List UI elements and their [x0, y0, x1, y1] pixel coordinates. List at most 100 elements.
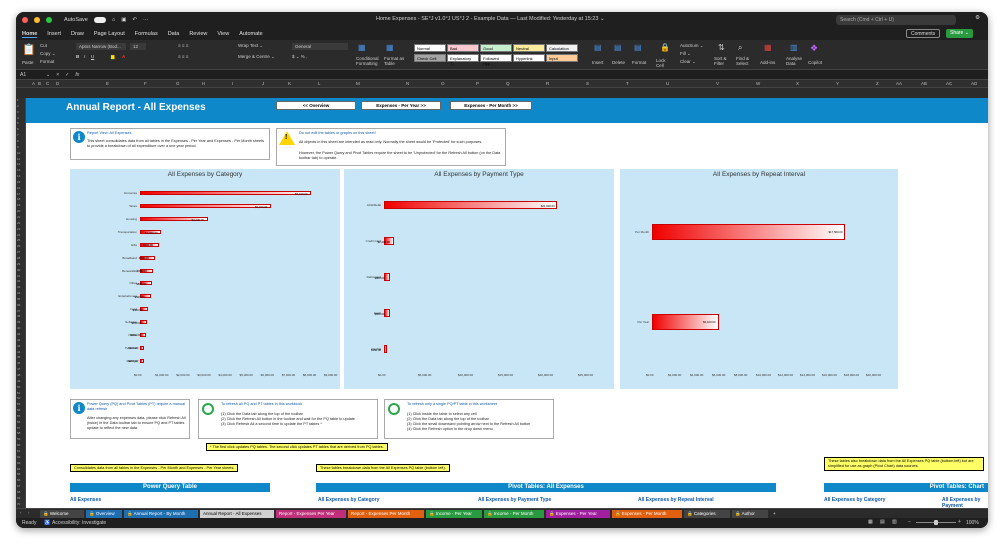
- row-header[interactable]: 9: [17, 145, 19, 149]
- row-header[interactable]: 27: [17, 250, 20, 254]
- menu-tab-insert[interactable]: Insert: [47, 31, 61, 37]
- row-header[interactable]: 18: [17, 197, 20, 201]
- format-cells-icon[interactable]: ▤: [634, 43, 642, 52]
- zoom-window-icon[interactable]: [46, 17, 52, 23]
- font-size-select[interactable]: 12: [130, 43, 146, 50]
- autosave-toggle[interactable]: [93, 17, 106, 23]
- document-title[interactable]: Home Expenses - SE°J v1.0°J US°J 2 - Exa…: [376, 16, 605, 22]
- sheet-tab[interactable]: 🔒 Author: [732, 510, 768, 518]
- pivot-by-payment-label[interactable]: All Expenses by Payment Type: [478, 497, 551, 503]
- menu-tab-automate[interactable]: Automate: [239, 31, 263, 37]
- row-header[interactable]: 67: [17, 484, 20, 488]
- row-header[interactable]: 29: [17, 262, 20, 266]
- column-header[interactable]: C: [46, 81, 49, 86]
- row-header[interactable]: 51: [17, 391, 20, 395]
- pq-all-expenses-label[interactable]: All Expenses: [70, 497, 101, 503]
- row-header[interactable]: 52: [17, 396, 20, 400]
- column-header[interactable]: F: [144, 81, 147, 86]
- row-header[interactable]: 1: [17, 98, 19, 102]
- row-header[interactable]: 21: [17, 215, 20, 219]
- tab-scroll-left-icon[interactable]: ‹: [20, 510, 22, 515]
- merge-button[interactable]: Merge & Centre ⌄: [238, 54, 275, 60]
- accessibility-icon[interactable]: ♿: [44, 520, 50, 526]
- row-header[interactable]: 24: [17, 233, 20, 237]
- find-select-icon[interactable]: ⌕: [738, 43, 742, 53]
- menu-tab-draw[interactable]: Draw: [71, 31, 84, 37]
- column-header[interactable]: H: [202, 81, 205, 86]
- chart-bar[interactable]: [652, 224, 845, 240]
- add-ins-icon[interactable]: ▦: [764, 43, 772, 52]
- row-header[interactable]: 70: [17, 502, 20, 506]
- copy-button[interactable]: Copy ⌄: [40, 51, 56, 57]
- row-header[interactable]: 23: [17, 227, 20, 231]
- zoom-out-icon[interactable]: −: [908, 519, 911, 525]
- row-header[interactable]: 5: [17, 121, 19, 125]
- row-header[interactable]: 4: [17, 116, 19, 120]
- row-header[interactable]: 28: [17, 256, 20, 260]
- row-header[interactable]: 59: [17, 437, 20, 441]
- paste-button[interactable]: Paste: [22, 60, 34, 65]
- chart-by-category-label[interactable]: All Expenses by Category: [824, 497, 885, 503]
- format-cells-button[interactable]: Format: [632, 60, 646, 65]
- row-header[interactable]: 65: [17, 472, 20, 476]
- page-layout-icon[interactable]: ▤: [880, 519, 885, 525]
- minimize-window-icon[interactable]: [34, 17, 40, 23]
- row-header[interactable]: 31: [17, 274, 20, 278]
- analyse-data-icon[interactable]: ▥: [790, 43, 798, 52]
- menu-tab-data[interactable]: Data: [168, 31, 180, 37]
- close-window-icon[interactable]: [22, 17, 28, 23]
- column-header[interactable]: B: [38, 81, 41, 86]
- cell-style-bad[interactable]: Bad: [447, 44, 479, 52]
- overview-nav-button[interactable]: << Overview: [276, 101, 356, 110]
- cell-style-good[interactable]: Good: [480, 44, 512, 52]
- row-header[interactable]: 37: [17, 309, 20, 313]
- row-header[interactable]: 3: [17, 110, 19, 114]
- add-ins-button[interactable]: Add-ins: [760, 60, 775, 65]
- save-icon[interactable]: ▣: [121, 17, 126, 23]
- cell-style-check-cell[interactable]: Check Cell: [414, 54, 446, 62]
- chart-panel[interactable]: All Expenses by Payment Type ACH/Debit $21…: [344, 169, 614, 389]
- sheet-tab[interactable]: 🔒 Income - Per Month: [484, 510, 544, 518]
- chart-bar[interactable]: [140, 191, 311, 196]
- zoom-slider-thumb[interactable]: [934, 520, 938, 525]
- italic-button[interactable]: I: [84, 54, 85, 59]
- font-color-icon[interactable]: A: [122, 54, 125, 59]
- sheet-tab[interactable]: Report - Expenses Per Month: [348, 510, 424, 518]
- copilot-button[interactable]: Copilot: [808, 60, 822, 65]
- row-header[interactable]: 14: [17, 174, 20, 178]
- menu-tab-page-layout[interactable]: Page Layout: [94, 31, 125, 37]
- row-header[interactable]: 69: [17, 496, 20, 500]
- cut-button[interactable]: Cut: [40, 43, 47, 48]
- sheet-tab[interactable]: 🔒 Overview: [86, 510, 122, 518]
- bold-button[interactable]: B: [76, 54, 79, 59]
- row-header[interactable]: 6: [17, 127, 19, 131]
- cell-style-followed-hyp-[interactable]: Followed Hyp...: [480, 54, 512, 66]
- row-header[interactable]: 10: [17, 151, 20, 155]
- column-header[interactable]: K: [288, 81, 291, 86]
- row-header[interactable]: 63: [17, 461, 20, 465]
- row-header[interactable]: 22: [17, 221, 20, 225]
- cell-style-neutral[interactable]: Neutral: [513, 44, 545, 52]
- column-header[interactable]: I: [232, 81, 233, 86]
- row-header[interactable]: 47: [17, 367, 20, 371]
- row-header[interactable]: 32: [17, 279, 20, 283]
- column-header[interactable]: Z: [876, 81, 879, 86]
- column-header[interactable]: AB: [921, 81, 927, 86]
- row-header[interactable]: 20: [17, 209, 20, 213]
- format-table-button[interactable]: Format as Table: [384, 56, 406, 66]
- column-header[interactable]: J: [262, 81, 264, 86]
- row-header[interactable]: 58: [17, 431, 20, 435]
- format-table-icon[interactable]: ▦: [386, 43, 394, 52]
- column-header[interactable]: R: [546, 81, 549, 86]
- row-header[interactable]: 25: [17, 238, 20, 242]
- row-header[interactable]: 42: [17, 338, 20, 342]
- column-header[interactable]: A: [32, 81, 35, 86]
- column-header[interactable]: V: [716, 81, 719, 86]
- column-header[interactable]: AA: [896, 81, 902, 86]
- column-header[interactable]: X: [796, 81, 799, 86]
- expenses-per-year-nav-button[interactable]: Expenses - Per Year >>: [361, 101, 441, 110]
- row-header[interactable]: 40: [17, 326, 20, 330]
- row-header[interactable]: 7: [17, 133, 19, 137]
- chart-by-payment-label[interactable]: All Expenses by Payment: [942, 497, 988, 508]
- column-header[interactable]: P: [476, 81, 479, 86]
